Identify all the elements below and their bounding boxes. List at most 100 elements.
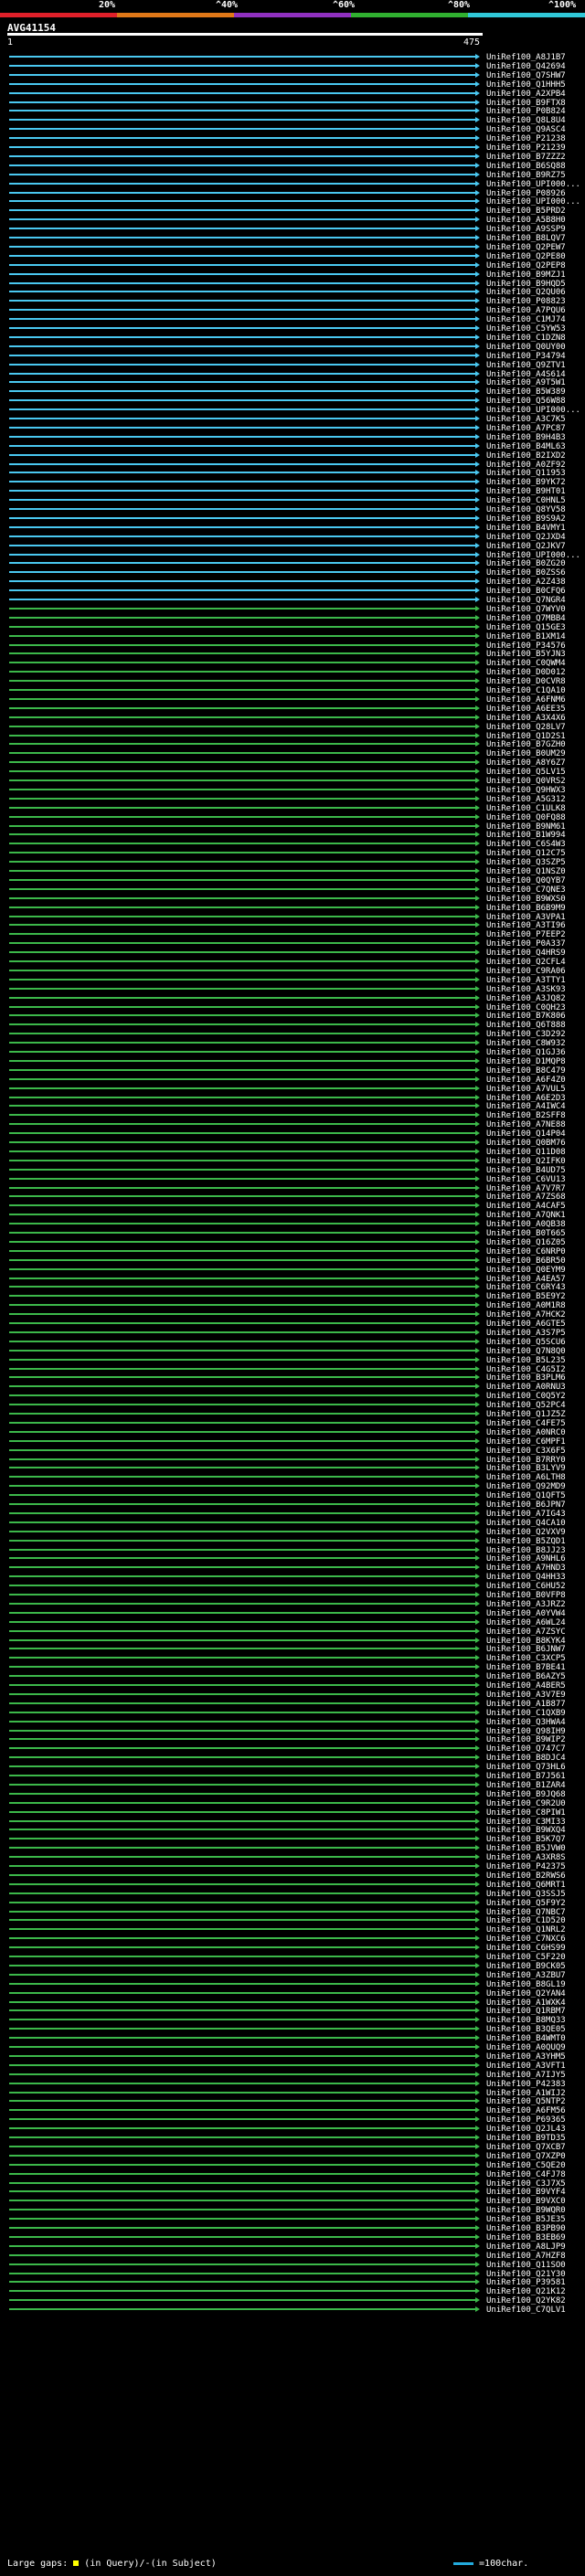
hit-accession-link[interactable]: UniRef100_A7NE88	[486, 1120, 566, 1129]
hit-accession-link[interactable]: UniRef100_B5K7Q7	[486, 1835, 566, 1844]
hit-accession-link[interactable]: UniRef100_B4WMT0	[486, 2034, 566, 2043]
hit-accession-link[interactable]: UniRef100_C4FJ78	[486, 2170, 566, 2179]
hit-alignment-bar[interactable]	[9, 481, 475, 482]
hit-alignment-bar[interactable]	[9, 1394, 475, 1396]
hit-accession-link[interactable]: UniRef100_C1DZN8	[486, 334, 566, 343]
hit-accession-link[interactable]: UniRef100_B8C479	[486, 1066, 566, 1076]
hit-accession-link[interactable]: UniRef100_Q7WYV0	[486, 605, 566, 614]
hit-accession-link[interactable]: UniRef100_A7IJY5	[486, 2071, 566, 2080]
hit-accession-link[interactable]: UniRef100_A0QB38	[486, 1220, 566, 1229]
hit-alignment-bar[interactable]	[9, 979, 475, 981]
hit-alignment-bar[interactable]	[9, 1042, 475, 1044]
hit-accession-link[interactable]: UniRef100_Q6T888	[486, 1021, 566, 1030]
hit-alignment-bar[interactable]	[9, 1259, 475, 1261]
hit-accession-link[interactable]: UniRef100_Q11D08	[486, 1148, 566, 1157]
hit-alignment-bar[interactable]	[9, 282, 475, 284]
hit-alignment-bar[interactable]	[9, 1992, 475, 1994]
hit-alignment-bar[interactable]	[9, 1874, 475, 1876]
hit-alignment-bar[interactable]	[9, 273, 475, 275]
hit-accession-link[interactable]: UniRef100_A1B877	[486, 1700, 566, 1709]
hit-accession-link[interactable]: UniRef100_C6RY43	[486, 1283, 566, 1292]
hit-alignment-bar[interactable]	[9, 843, 475, 844]
hit-accession-link[interactable]: UniRef100_A4IWC4	[486, 1102, 566, 1111]
hit-alignment-bar[interactable]	[9, 1404, 475, 1405]
hit-alignment-bar[interactable]	[9, 1612, 475, 1614]
hit-alignment-bar[interactable]	[9, 861, 475, 863]
hit-accession-link[interactable]: UniRef100_Q28LV7	[486, 723, 566, 732]
hit-accession-link[interactable]: UniRef100_B5L235	[486, 1356, 566, 1365]
hit-alignment-bar[interactable]	[9, 1376, 475, 1378]
hit-alignment-bar[interactable]	[9, 2136, 475, 2138]
hit-accession-link[interactable]: UniRef100_Q2JL43	[486, 2125, 566, 2134]
hit-alignment-bar[interactable]	[9, 535, 475, 537]
hit-accession-link[interactable]: UniRef100_C1QXB9	[486, 1709, 566, 1718]
hit-alignment-bar[interactable]	[9, 1811, 475, 1813]
hit-alignment-bar[interactable]	[9, 589, 475, 591]
hit-alignment-bar[interactable]	[9, 2173, 475, 2175]
hit-alignment-bar[interactable]	[9, 390, 475, 392]
hit-accession-link[interactable]: UniRef100_B9WXQ4	[486, 1826, 566, 1835]
hit-alignment-bar[interactable]	[9, 1169, 475, 1171]
hit-alignment-bar[interactable]	[9, 1730, 475, 1732]
hit-accession-link[interactable]: UniRef100_B1W994	[486, 831, 566, 840]
hit-alignment-bar[interactable]	[9, 752, 475, 754]
hit-alignment-bar[interactable]	[9, 255, 475, 257]
hit-accession-link[interactable]: UniRef100_A7HCK2	[486, 1310, 566, 1320]
hit-alignment-bar[interactable]	[9, 1187, 475, 1189]
hit-accession-link[interactable]: UniRef100_Q2JKV7	[486, 542, 566, 551]
hit-alignment-bar[interactable]	[9, 1476, 475, 1478]
hit-accession-link[interactable]: UniRef100_Q2PEW7	[486, 243, 566, 252]
hit-accession-link[interactable]: UniRef100_Q2CFL4	[486, 958, 566, 967]
hit-accession-link[interactable]: UniRef100_A0RNU3	[486, 1383, 566, 1392]
hit-accession-link[interactable]: UniRef100_B0ZG20	[486, 559, 566, 568]
hit-alignment-bar[interactable]	[9, 644, 475, 646]
hit-alignment-bar[interactable]	[9, 345, 475, 347]
hit-alignment-bar[interactable]	[9, 933, 475, 935]
hit-alignment-bar[interactable]	[9, 906, 475, 908]
hit-accession-link[interactable]: UniRef100_Q2IFK0	[486, 1157, 566, 1166]
hit-accession-link[interactable]: UniRef100_A6FM56	[486, 2106, 566, 2115]
hit-accession-link[interactable]: UniRef100_A7HND3	[486, 1564, 566, 1573]
hit-alignment-bar[interactable]	[9, 1368, 475, 1370]
hit-accession-link[interactable]: UniRef100_A6WL24	[486, 1618, 566, 1627]
hit-accession-link[interactable]: UniRef100_A3JRZ2	[486, 1600, 566, 1609]
hit-alignment-bar[interactable]	[9, 2127, 475, 2129]
hit-alignment-bar[interactable]	[9, 916, 475, 917]
hit-accession-link[interactable]: UniRef100_A8LJP9	[486, 2242, 566, 2252]
hit-accession-link[interactable]: UniRef100_Q11953	[486, 469, 566, 478]
hit-alignment-bar[interactable]	[9, 743, 475, 745]
hit-accession-link[interactable]: UniRef100_Q0BM76	[486, 1139, 566, 1148]
hit-alignment-bar[interactable]	[9, 617, 475, 619]
hit-accession-link[interactable]: UniRef100_A8J1B7	[486, 53, 566, 62]
hit-accession-link[interactable]: UniRef100_A2Z438	[486, 578, 566, 587]
hit-accession-link[interactable]: UniRef100_B3EB69	[486, 2233, 566, 2242]
hit-accession-link[interactable]: UniRef100_Q4CA10	[486, 1519, 566, 1528]
hit-alignment-bar[interactable]	[9, 183, 475, 185]
hit-alignment-bar[interactable]	[9, 1060, 475, 1062]
hit-accession-link[interactable]: UniRef100_Q3HWA4	[486, 1718, 566, 1727]
hit-accession-link[interactable]: UniRef100_Q42694	[486, 62, 566, 71]
hit-accession-link[interactable]: UniRef100_P21238	[486, 134, 566, 143]
hit-alignment-bar[interactable]	[9, 1829, 475, 1830]
hit-alignment-bar[interactable]	[9, 1341, 475, 1342]
hit-alignment-bar[interactable]	[9, 1965, 475, 1966]
hit-accession-link[interactable]: UniRef100_B6JNW7	[486, 1645, 566, 1654]
hit-alignment-bar[interactable]	[9, 554, 475, 556]
hit-accession-link[interactable]: UniRef100_A3SK93	[486, 985, 566, 994]
hit-alignment-bar[interactable]	[9, 2209, 475, 2210]
hit-accession-link[interactable]: UniRef100_C6NRP0	[486, 1247, 566, 1256]
hit-alignment-bar[interactable]	[9, 1531, 475, 1532]
hit-accession-link[interactable]: UniRef100_P21239	[486, 143, 566, 153]
hit-accession-link[interactable]: UniRef100_UPI000...	[486, 197, 580, 207]
hit-accession-link[interactable]: UniRef100_Q7N8Q0	[486, 1347, 566, 1356]
hit-accession-link[interactable]: UniRef100_Q2PE80	[486, 252, 566, 261]
hit-accession-link[interactable]: UniRef100_Q7MBB4	[486, 614, 566, 623]
hit-alignment-bar[interactable]	[9, 1204, 475, 1206]
hit-alignment-bar[interactable]	[9, 508, 475, 510]
hit-accession-link[interactable]: UniRef100_C9RA06	[486, 967, 566, 976]
hit-alignment-bar[interactable]	[9, 1575, 475, 1577]
hit-accession-link[interactable]: UniRef100_B6B9M9	[486, 904, 566, 913]
hit-accession-link[interactable]: UniRef100_C8W932	[486, 1039, 566, 1048]
hit-accession-link[interactable]: UniRef100_B6SQ88	[486, 162, 566, 171]
hit-alignment-bar[interactable]	[9, 1422, 475, 1424]
